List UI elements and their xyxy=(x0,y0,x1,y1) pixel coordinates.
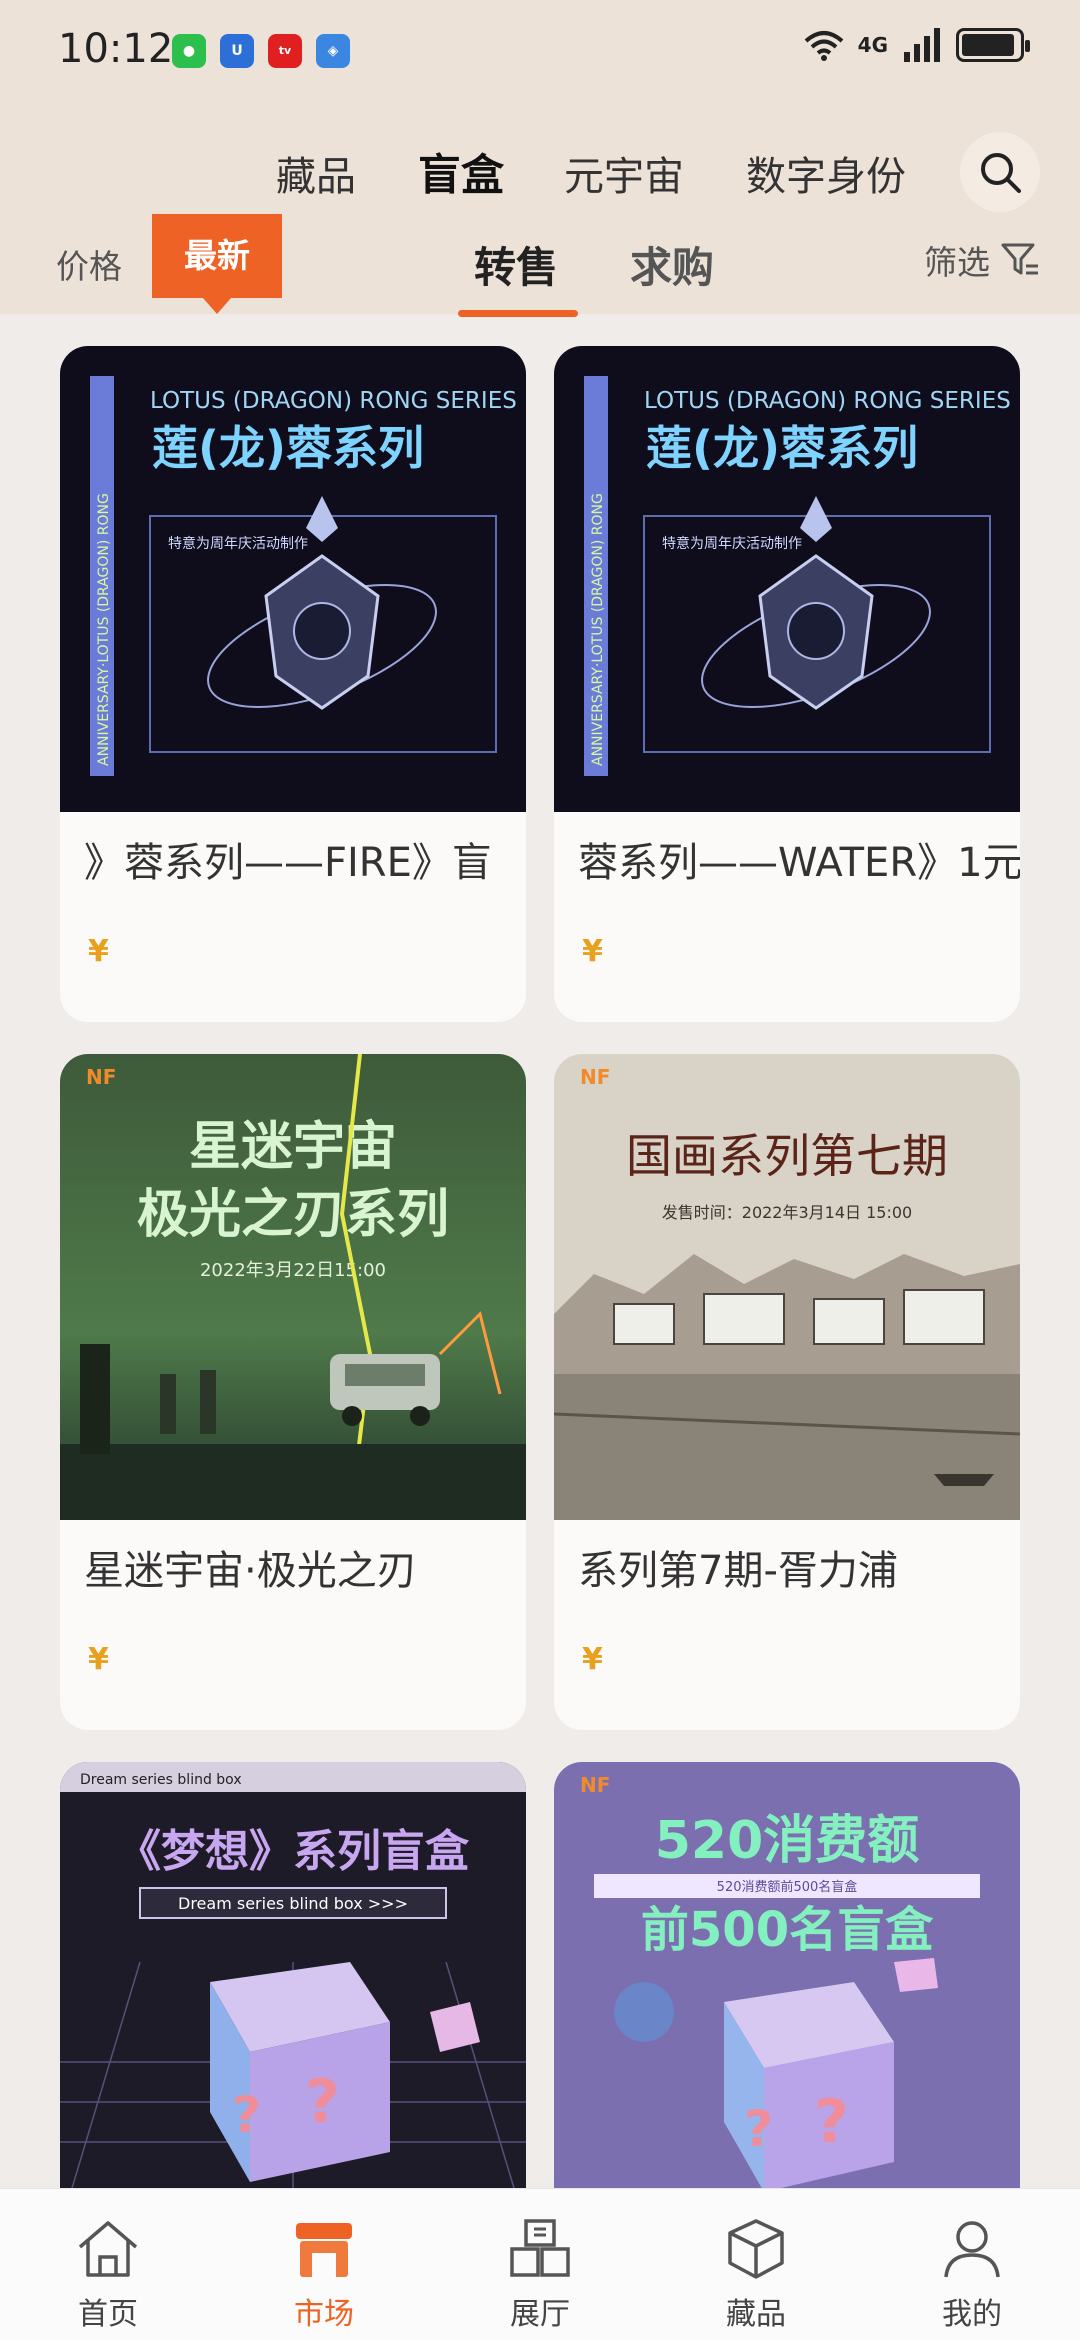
category-metaverse[interactable]: 元宇宙 xyxy=(564,144,684,202)
card-title: 》蓉系列——FIRE》盲 xyxy=(84,840,492,886)
card-price: ¥ xyxy=(582,1642,603,1677)
svg-text:莲(龙)蓉系列: 莲(龙)蓉系列 xyxy=(646,421,918,475)
card-title: 星迷宇宙·极光之刃 xyxy=(84,1548,417,1594)
svg-text:2022年3月22日15:00: 2022年3月22日15:00 xyxy=(200,1260,386,1281)
svg-text:发售时间：2022年3月14日 15:00: 发售时间：2022年3月14日 15:00 xyxy=(662,1203,912,1222)
filter-label: 筛选 xyxy=(924,243,990,282)
category-collectibles[interactable]: 藏品 xyxy=(276,144,356,202)
svg-text:?: ? xyxy=(744,2100,773,2158)
nav-label: 市场 xyxy=(294,2297,354,2332)
svg-text:ANNIVERSARY·LOTUS (DRAGON) RON: ANNIVERSARY·LOTUS (DRAGON) RONG xyxy=(590,493,606,766)
svg-text:极光之刃系列: 极光之刃系列 xyxy=(137,1185,449,1245)
product-card[interactable]: NF 520消费额 520消费额前500名盲盒 前500名盲盒 ? ? xyxy=(554,1762,1020,2232)
nav-market[interactable]: 市场 xyxy=(216,2189,432,2340)
product-card[interactable]: ANNIVERSARY·LOTUS (DRAGON) RONG LOTUS (D… xyxy=(554,346,1020,1022)
status-bar: 10:12 ● U tv ◈ 4G xyxy=(0,0,1080,100)
card-price: ¥ xyxy=(582,934,603,969)
card-title: 蓉系列——WATER》1元 xyxy=(578,840,1020,886)
app-blue-icon: ◈ xyxy=(316,34,350,68)
search-button[interactable] xyxy=(960,132,1040,212)
card-price: ¥ xyxy=(88,1642,109,1677)
svg-text:520消费额: 520消费额 xyxy=(655,1811,920,1871)
filter-button[interactable]: 筛选 xyxy=(924,236,1040,284)
wifi-icon xyxy=(804,31,843,61)
nav-home[interactable]: 首页 xyxy=(0,2189,216,2340)
svg-text:?: ? xyxy=(232,2086,261,2144)
sort-price[interactable]: 价格 xyxy=(56,240,122,288)
signal-icon xyxy=(904,28,940,62)
svg-text:星迷宇宙: 星迷宇宙 xyxy=(189,1117,397,1177)
svg-text:?: ? xyxy=(305,2067,340,2137)
category-digital-identity[interactable]: 数字身份 xyxy=(746,144,906,202)
nav-label: 展厅 xyxy=(510,2297,570,2332)
card-price: ¥ xyxy=(88,934,109,969)
product-card[interactable]: NF 星迷宇宙 极光之刃系列 2022年3月22日15:00 星迷宇宙·极光之刃… xyxy=(60,1054,526,1730)
nav-profile[interactable]: 我的 xyxy=(864,2189,1080,2340)
network-label: 4G xyxy=(857,33,888,57)
svg-text:前500名盲盒: 前500名盲盒 xyxy=(641,1902,934,1958)
sort-latest[interactable]: 最新 xyxy=(152,214,282,314)
product-card[interactable]: Dream series blind box 《梦想》系列盲盒 Dream se… xyxy=(60,1762,526,2232)
svg-text:国画系列第七期: 国画系列第七期 xyxy=(626,1129,948,1183)
filter-bar: 价格 最新 转售 求购 筛选 xyxy=(0,214,1080,317)
svg-text:LOTUS (DRAGON) RONG SERIES: LOTUS (DRAGON) RONG SERIES xyxy=(644,388,1011,414)
category-tabs: 藏品 盲盒 元宇宙 数字身份 xyxy=(0,140,1080,203)
app-u-icon: U xyxy=(220,34,254,68)
svg-text:?: ? xyxy=(814,2087,849,2157)
home-icon xyxy=(78,2221,138,2277)
tab-indicator xyxy=(458,310,578,317)
card-image: NF 国画系列第七期 发售时间：2022年3月14日 15:00 xyxy=(554,1054,1020,1520)
svg-text:ANNIVERSARY·LOTUS (DRAGON) RON: ANNIVERSARY·LOTUS (DRAGON) RONG xyxy=(96,493,112,766)
svg-text:NF: NF xyxy=(86,1065,116,1089)
card-title: 系列第7期-胥力浦 xyxy=(578,1548,898,1594)
nav-label: 首页 xyxy=(78,2297,138,2332)
header: 10:12 ● U tv ◈ 4G 藏品 盲盒 元宇宙 数字身份 价格 最新 转… xyxy=(0,0,1080,317)
bottom-nav: 首页 市场 展厅 藏品 我的 xyxy=(0,2188,1080,2340)
filter-icon xyxy=(1001,243,1038,275)
svg-text:《梦想》系列盲盒: 《梦想》系列盲盒 xyxy=(117,1826,470,1877)
card-image: ANNIVERSARY·LOTUS (DRAGON) RONG LOTUS (D… xyxy=(554,346,1020,812)
category-blind-box[interactable]: 盲盒 xyxy=(418,141,504,203)
product-card[interactable]: NF 国画系列第七期 发售时间：2022年3月14日 15:00 系列第7期-胥… xyxy=(554,1054,1020,1730)
svg-text:特意为周年庆活动制作: 特意为周年庆活动制作 xyxy=(168,535,308,552)
tab-resale[interactable]: 转售 xyxy=(474,234,558,295)
card-image: ANNIVERSARY·LOTUS (DRAGON) RONG LOTUS (D… xyxy=(60,346,526,812)
card-image: NF 520消费额 520消费额前500名盲盒 前500名盲盒 ? ? xyxy=(554,1762,1020,2228)
svg-text:LOTUS (DRAGON) RONG SERIES: LOTUS (DRAGON) RONG SERIES xyxy=(150,388,517,414)
app-red-icon: tv xyxy=(268,34,302,68)
search-icon xyxy=(981,153,1021,193)
nav-label: 藏品 xyxy=(726,2297,786,2332)
svg-text:特意为周年庆活动制作: 特意为周年庆活动制作 xyxy=(662,535,802,552)
collection-icon xyxy=(728,2219,784,2279)
card-image: NF 星迷宇宙 极光之刃系列 2022年3月22日15:00 xyxy=(60,1054,526,1520)
nav-collection[interactable]: 藏品 xyxy=(648,2189,864,2340)
svg-text:NF: NF xyxy=(580,1065,610,1089)
gallery-icon xyxy=(510,2219,570,2277)
svg-text:Dream series blind box: Dream series blind box xyxy=(80,1772,242,1788)
product-card[interactable]: ANNIVERSARY·LOTUS (DRAGON) RONG LOTUS (D… xyxy=(60,346,526,1022)
battery-icon xyxy=(956,28,1030,62)
nav-label: 我的 xyxy=(942,2297,1002,2332)
wechat-icon: ● xyxy=(172,34,206,68)
tab-wanted[interactable]: 求购 xyxy=(630,234,714,295)
nav-gallery[interactable]: 展厅 xyxy=(432,2189,648,2340)
status-time: 10:12 xyxy=(58,26,174,72)
card-image: Dream series blind box 《梦想》系列盲盒 Dream se… xyxy=(60,1762,526,2228)
svg-text:NF: NF xyxy=(580,1773,610,1797)
profile-icon xyxy=(944,2221,1000,2278)
svg-text:莲(龙)蓉系列: 莲(龙)蓉系列 xyxy=(152,421,424,475)
svg-text:520消费额前500名盲盒: 520消费额前500名盲盒 xyxy=(717,1879,858,1895)
svg-text:Dream series blind box >>>: Dream series blind box >>> xyxy=(178,1894,408,1913)
market-icon xyxy=(296,2223,352,2277)
